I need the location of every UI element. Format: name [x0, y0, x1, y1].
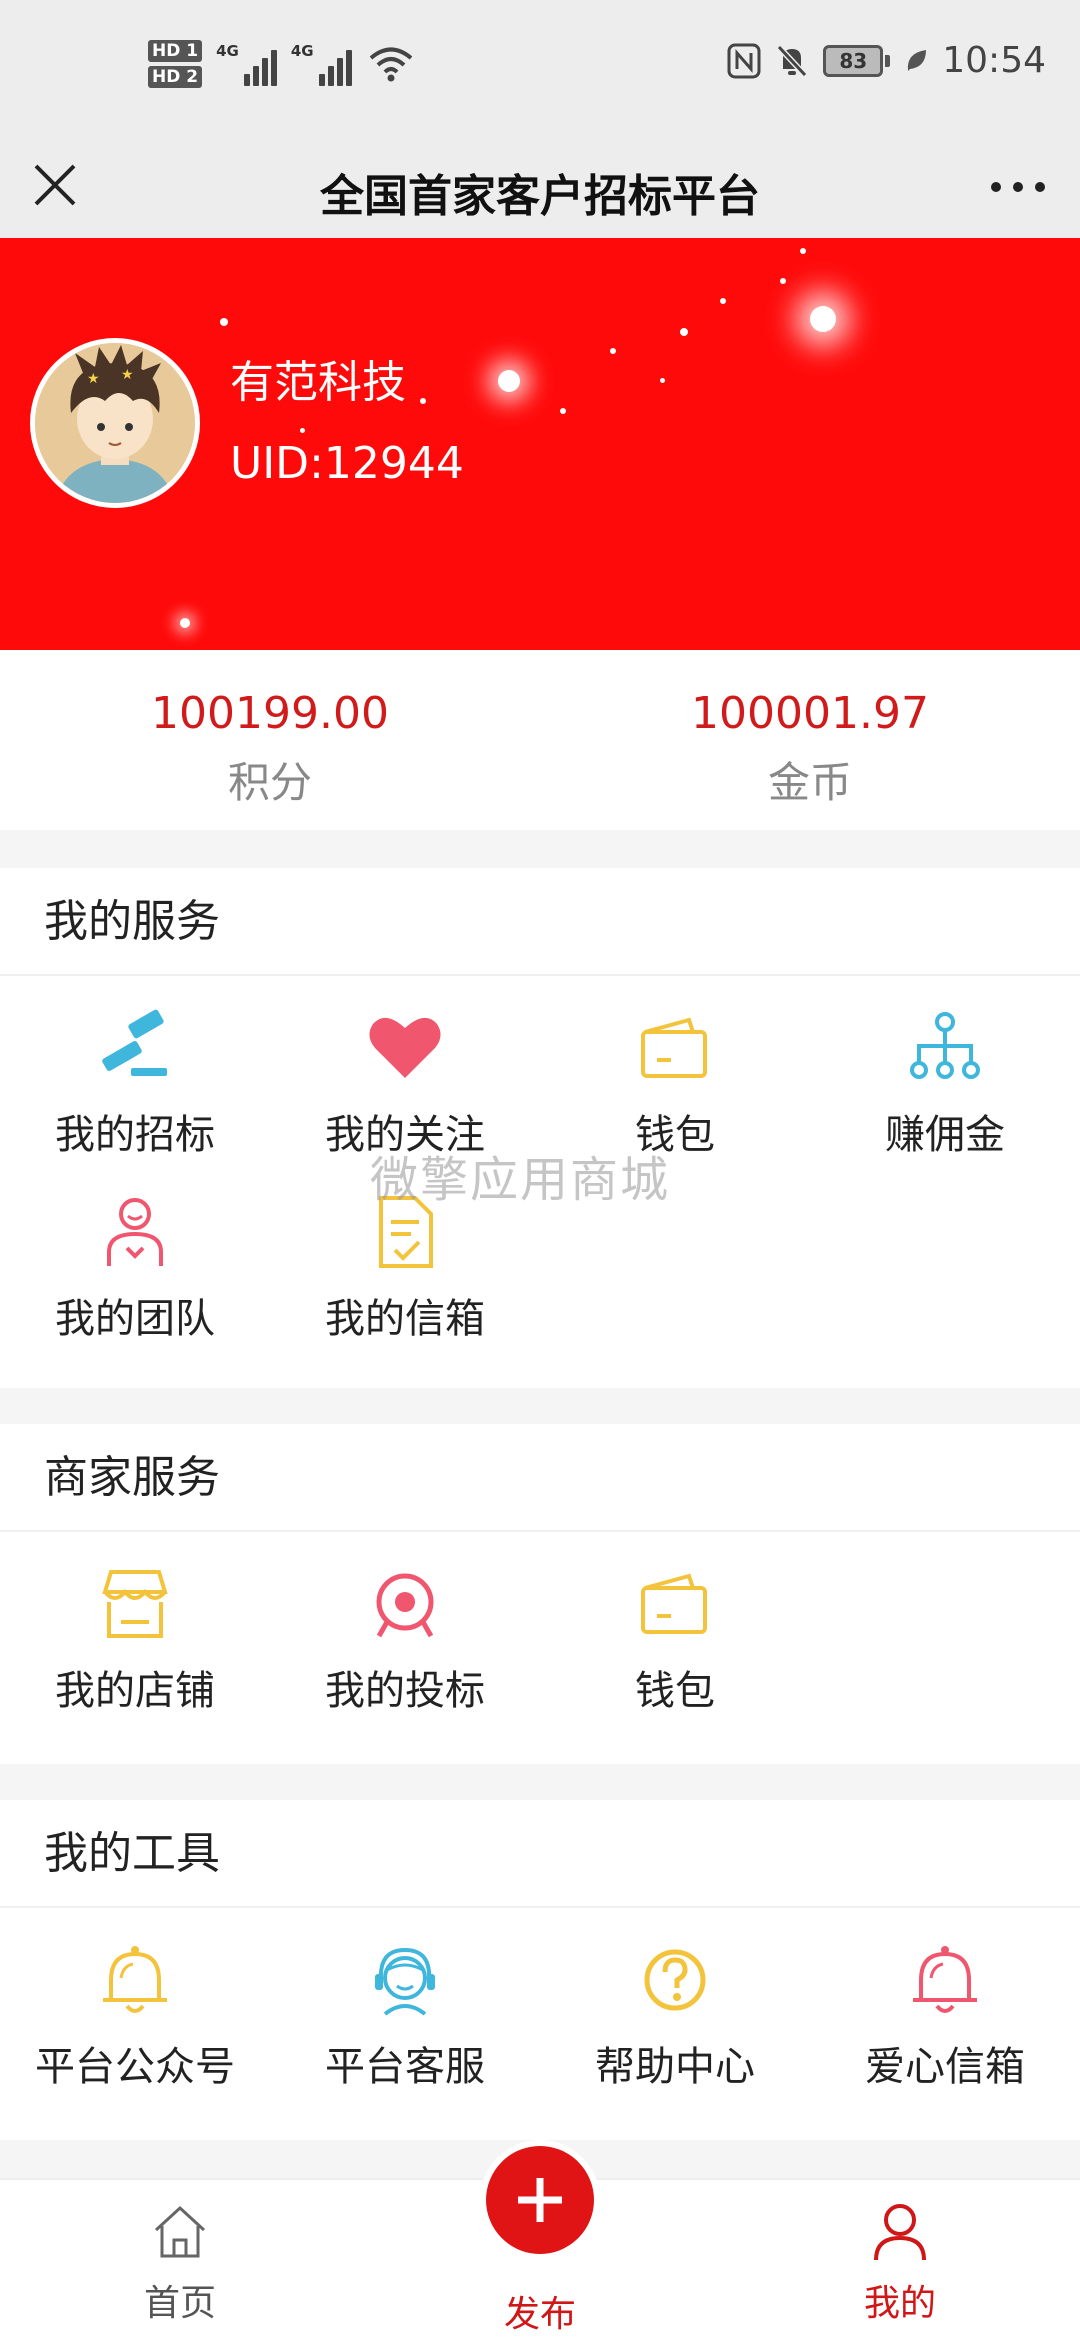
heart-icon — [369, 1017, 441, 1078]
store-icon — [102, 1570, 168, 1638]
item-label: 我的店铺 — [55, 1668, 215, 1714]
official-account-button[interactable]: 平台公众号 — [0, 1940, 270, 2092]
section-title: 商家服务 — [0, 1424, 1080, 1532]
item-label: 我的团队 — [55, 1296, 215, 1342]
my-store-button[interactable]: 我的店铺 — [0, 1564, 270, 1716]
coins-value: 100001.97 — [691, 688, 929, 739]
target-icon — [376, 1573, 434, 1638]
plus-icon — [518, 2178, 562, 2222]
item-label: 钱包 — [635, 1668, 715, 1714]
item-label: 平台公众号 — [35, 2044, 235, 2090]
coins-balance[interactable]: 100001.97 金币 — [540, 688, 1080, 810]
team-icon — [107, 1198, 163, 1266]
charity-mailbox-button[interactable]: 爱心信箱 — [810, 1940, 1080, 2092]
balances: 100199.00 积分 100001.97 金币 — [0, 650, 1080, 830]
status-bar: HD 1 HD 2 4G 4G 83 10:54 — [0, 0, 1080, 136]
my-tenders-button[interactable]: 我的投标 — [270, 1564, 540, 1716]
wallet-button[interactable]: 钱包 — [540, 1008, 810, 1160]
more-icon[interactable] — [986, 164, 1050, 210]
merchant-services-section: 商家服务 我的店铺 我的投标 钱包 — [0, 1424, 1080, 1764]
my-mailbox-button[interactable]: 我的信箱 — [270, 1192, 540, 1344]
svg-text:★: ★ — [121, 367, 134, 383]
avatar[interactable]: ★ ★ — [30, 338, 200, 508]
page-title: 全国首家客户招标平台 — [320, 171, 760, 222]
my-team-button[interactable]: 我的团队 — [0, 1192, 270, 1344]
clock: 10:54 — [942, 40, 1046, 81]
coins-label: 金币 — [767, 758, 852, 807]
customer-service-icon — [375, 1947, 435, 2016]
earn-commission-button[interactable]: 赚佣金 — [810, 1008, 1080, 1160]
watermark: 微擎应用商城 — [370, 1152, 671, 1208]
hd1-badge: HD 1 — [148, 40, 203, 62]
item-label: 我的投标 — [325, 1668, 485, 1714]
svg-text:★: ★ — [87, 371, 100, 387]
nav-mine-label: 我的 — [863, 2283, 936, 2324]
customer-service-button[interactable]: 平台客服 — [270, 1940, 540, 2092]
wifi-icon — [369, 47, 412, 82]
item-label: 我的信箱 — [325, 1296, 485, 1342]
hd2-badge: HD 2 — [148, 66, 203, 88]
bell-icon — [913, 1946, 977, 2013]
my-tools-section: 我的工具 平台公众号 平台客服 帮助中心 爱心信箱 — [0, 1800, 1080, 2140]
nav-home[interactable]: 首页 — [80, 2200, 280, 2326]
wallet-icon — [641, 1017, 707, 1078]
merchant-wallet-button[interactable]: 钱包 — [540, 1564, 810, 1716]
mute-bell-icon — [777, 44, 808, 77]
help-center-button[interactable]: 帮助中心 — [540, 1940, 810, 2092]
section-title: 我的服务 — [0, 868, 1080, 976]
gavel-icon — [102, 1009, 167, 1076]
avatar-image: ★ ★ — [35, 343, 195, 503]
publish-label: 发布 — [503, 2294, 576, 2335]
item-label: 爱心信箱 — [865, 2044, 1025, 2090]
leaf-icon — [908, 49, 927, 71]
item-label: 帮助中心 — [595, 2044, 755, 2090]
points-balance[interactable]: 100199.00 积分 — [0, 688, 540, 810]
item-label: 我的招标 — [55, 1112, 215, 1158]
title-bar: 全国首家客户招标平台 — [0, 136, 1080, 238]
section-title: 我的工具 — [0, 1800, 1080, 1908]
points-value: 100199.00 — [151, 688, 389, 739]
status-right: 83 10:54 — [727, 40, 1046, 81]
my-bids-button[interactable]: 我的招标 — [0, 1008, 270, 1160]
nav-home-label: 首页 — [143, 2283, 216, 2324]
bell-icon — [103, 1946, 167, 2013]
user-uid: UID:12944 — [230, 438, 464, 489]
nav-mine[interactable]: 我的 — [800, 2200, 1000, 2326]
my-services-section: 我的服务 我的招标 我的关注 钱包 赚佣金 我的团队 我的信箱 — [0, 868, 1080, 1388]
points-label: 积分 — [227, 758, 312, 807]
user-name: 有范科技 — [230, 357, 406, 408]
user-icon — [874, 2204, 926, 2261]
wallet-icon — [641, 1573, 707, 1634]
nfc-icon — [727, 43, 761, 78]
network-icon — [910, 1012, 980, 1079]
item-label: 平台客服 — [325, 2044, 485, 2090]
signal-1-icon: 4G — [216, 42, 277, 86]
item-label: 赚佣金 — [885, 1112, 1005, 1158]
publish-button[interactable] — [480, 2140, 600, 2260]
signal-2-icon: 4G — [291, 42, 352, 86]
help-icon — [644, 1949, 706, 2011]
signal-group: HD 1 HD 2 4G 4G — [148, 34, 414, 94]
my-follows-button[interactable]: 我的关注 — [270, 1008, 540, 1160]
battery-icon: 83 — [823, 44, 891, 77]
profile-banner: ★ ★ 有范科技 UID:12944 — [0, 238, 1080, 650]
home-icon — [154, 2205, 206, 2258]
